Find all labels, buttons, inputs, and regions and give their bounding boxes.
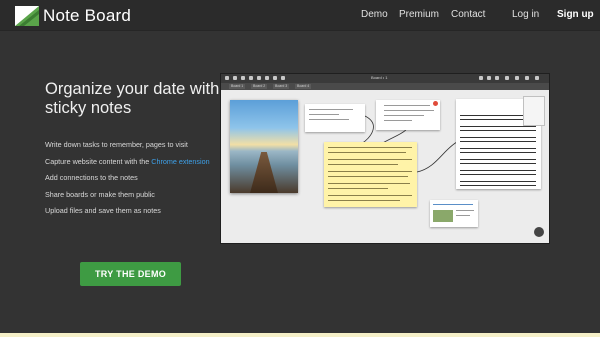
preview-tab-bar: Board 1 Board 2 Board 3 Board 4 [221,83,549,90]
preview-tab: Board 3 [273,84,290,89]
delete-note-icon [433,101,438,106]
note-board-logo-icon [15,5,39,26]
text-icon [281,76,285,80]
music-staff [460,126,536,131]
feature-item: Write down tasks to remember, pages to v… [45,140,188,149]
signup-link[interactable]: Sign up [557,9,594,20]
text-note-card [305,104,365,132]
try-the-demo-button[interactable]: TRY THE DEMO [80,262,181,286]
text-line [328,152,406,154]
text-line [384,105,430,107]
nav-demo-link[interactable]: Demo [361,9,388,20]
music-staff [460,137,536,142]
music-staff [460,148,536,153]
text-line [309,119,349,121]
feature-item: Share boards or make them public [45,189,155,199]
add-note-fab-icon [534,227,544,237]
text-line [433,204,473,206]
text-line [328,171,412,173]
image-icon [257,76,261,80]
text-line [328,183,410,185]
preview-tab: Board 1 [229,84,246,89]
text-line [384,110,434,112]
download-icon [495,76,499,80]
text-line [328,195,412,197]
top-navigation-bar: Note Board Demo Premium Contact Log in S… [0,0,600,31]
logo-text: Note Board [43,5,131,25]
menu-icon [225,76,229,80]
text-line [328,200,400,202]
text-line [328,164,398,166]
feature-item-capture: Capture website content with the Chrome … [45,154,223,171]
text-line [328,176,408,178]
text-line [456,215,470,217]
logo[interactable]: Note Board [14,4,131,27]
feature-item-text: Capture website content with the [45,156,150,166]
fullscreen-icon [535,76,539,80]
note-options-panel [523,96,545,126]
login-link[interactable]: Log in [512,9,539,20]
search-icon [479,76,483,80]
note-icon [249,76,253,80]
music-staff [460,181,536,186]
preview-tab: Board 2 [251,84,268,89]
preview-tab: Board 4 [295,84,312,89]
text-line [309,109,353,111]
app-preview-screenshot: Board • 1 Board 1 Board 2 Board 3 Board … [220,73,550,244]
preview-board-title: Board • 1 [371,75,388,80]
preview-toolbar: Board • 1 [221,74,549,83]
preview-board-canvas [221,90,549,243]
user-icon [515,76,519,80]
text-line [384,115,424,117]
feature-item: Add connections to the notes [45,173,138,182]
share-icon [241,76,245,80]
pier-photo-note [230,100,298,193]
music-staff [460,159,536,164]
checklist-note-card [376,100,440,130]
star-icon [505,76,509,80]
link-icon [265,76,269,80]
chrome-extension-link[interactable]: Chrome extension [151,157,209,166]
text-line [328,147,412,149]
nav-contact-link[interactable]: Contact [451,9,485,20]
webpage-clip-note-card [430,200,478,227]
text-line [456,210,474,212]
hero-headline: Organize your date with sticky notes [45,80,220,117]
zoom-icon [233,76,237,80]
feature-item: Upload files and save them as notes [45,206,161,215]
pier-image [250,152,278,193]
text-line [328,159,412,161]
nav-premium-link[interactable]: Premium [399,9,439,20]
music-staff [460,170,536,175]
settings-icon [487,76,491,80]
upload-icon [273,76,277,80]
text-line [309,114,339,116]
feature-list: Write down tasks to remember, pages to v… [45,137,223,220]
clip-thumbnail [433,210,453,222]
text-line [328,188,388,190]
sticky-note-card [324,142,417,207]
help-icon [525,76,529,80]
bottom-banner-strip [0,333,600,337]
text-line [384,120,412,122]
